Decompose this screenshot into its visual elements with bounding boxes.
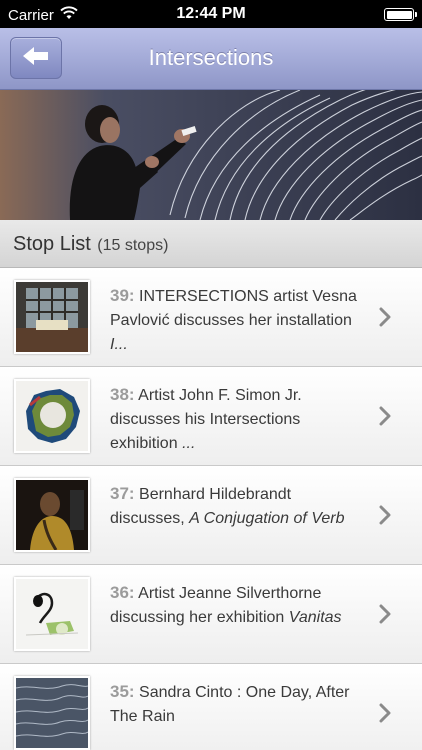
stop-number: 38:: [110, 385, 135, 404]
battery-icon: [384, 8, 417, 21]
chevron-right-icon: [378, 306, 392, 328]
stop-description: 39: INTERSECTIONS artist Vesna Pavlović …: [110, 284, 360, 357]
back-arrow-icon: [21, 45, 51, 72]
stop-list-header: Stop List (15 stops): [0, 220, 422, 268]
stop-title: Sandra Cinto : One Day, After The Rain: [110, 684, 350, 725]
stop-list-title: Stop List: [13, 233, 91, 255]
status-bar: Carrier 12:44 PM: [0, 0, 422, 28]
hero-image: [0, 90, 422, 220]
stop-title-italic: A Conjugation of Verb: [189, 510, 345, 527]
navigation-bar: Intersections: [0, 28, 422, 90]
stop-row[interactable]: 35: Sandra Cinto : One Day, After The Ra…: [0, 664, 422, 750]
stop-number: 39:: [110, 286, 135, 305]
stop-count: (15 stops): [97, 237, 169, 254]
stop-thumbnail: [14, 676, 90, 750]
stop-row[interactable]: 37: Bernhard Hildebrandt discusses, A Co…: [0, 466, 422, 565]
stop-thumbnail: [14, 379, 90, 453]
stop-title-italic: ...: [182, 435, 196, 452]
chevron-right-icon: [378, 504, 392, 526]
stop-title: Artist John F. Simon Jr. discusses his I…: [110, 387, 302, 452]
stop-number: 37:: [110, 484, 135, 503]
stop-title-italic: Vanitas: [288, 609, 342, 626]
stop-thumbnail: [14, 577, 90, 651]
chevron-right-icon: [378, 702, 392, 724]
stop-thumbnail: [14, 280, 90, 354]
stop-thumbnail: [14, 478, 90, 552]
chevron-right-icon: [378, 603, 392, 625]
stop-description: 35: Sandra Cinto : One Day, After The Ra…: [110, 680, 360, 729]
stop-number: 35:: [110, 682, 135, 701]
stop-number: 36:: [110, 583, 135, 602]
back-button[interactable]: [10, 37, 62, 79]
page-title: Intersections: [148, 45, 274, 70]
chevron-right-icon: [378, 405, 392, 427]
stop-list: 39: INTERSECTIONS artist Vesna Pavlović …: [0, 268, 422, 750]
stop-description: 36: Artist Jeanne Silverthorne discussin…: [110, 581, 360, 630]
stop-description: 38: Artist John F. Simon Jr. discusses h…: [110, 383, 360, 456]
stop-description: 37: Bernhard Hildebrandt discusses, A Co…: [110, 482, 360, 531]
status-time: 12:44 PM: [176, 5, 246, 22]
stop-row[interactable]: 39: INTERSECTIONS artist Vesna Pavlović …: [0, 268, 422, 367]
stop-title: INTERSECTIONS artist Vesna Pavlović disc…: [110, 288, 357, 329]
stop-row[interactable]: 38: Artist John F. Simon Jr. discusses h…: [0, 367, 422, 466]
stop-title-italic: I...: [110, 336, 128, 353]
stop-row[interactable]: 36: Artist Jeanne Silverthorne discussin…: [0, 565, 422, 664]
